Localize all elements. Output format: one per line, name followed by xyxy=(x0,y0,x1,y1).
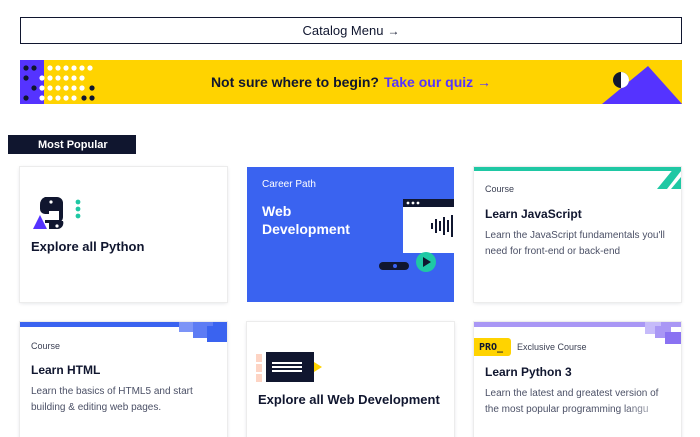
card-title: Learn HTML xyxy=(31,363,101,377)
learn-python3-card[interactable]: PRO_ Exclusive Course Learn Python 3 Lea… xyxy=(474,322,681,437)
pro-badge: PRO_ xyxy=(474,338,511,356)
explore-web-dev-card[interactable]: Explore all Web Development xyxy=(247,322,454,437)
career-path-web-dev-card[interactable]: Career Path Web Development xyxy=(247,167,454,302)
card-title: Learn Python 3 xyxy=(485,365,572,379)
card-desc-line1: Learn the JavaScript fundamentals you'll xyxy=(485,230,665,241)
triangle-illustration-icon xyxy=(602,66,682,104)
learn-javascript-card[interactable]: Course Learn JavaScript Learn the JavaSc… xyxy=(474,167,681,302)
card-kind: Course xyxy=(485,184,515,194)
card-title: Explore all Web Development xyxy=(258,392,440,407)
explore-python-card[interactable]: Explore all Python xyxy=(20,167,227,302)
code-window-icon xyxy=(256,352,322,382)
card-desc-line2: building & editing web pages. xyxy=(31,402,162,413)
card-desc-line1: Learn the latest and greatest version of xyxy=(485,388,659,399)
card-desc-line1: Learn the basics of HTML5 and start xyxy=(31,386,193,397)
card-title-line2: Development xyxy=(262,221,350,237)
learn-html-card[interactable]: Course Learn HTML Learn the basics of HT… xyxy=(20,322,227,437)
video-player-icon xyxy=(379,199,454,272)
python-icon xyxy=(33,197,81,230)
arrow-right-icon: → xyxy=(477,74,492,90)
arrow-right-icon: → xyxy=(387,23,400,38)
quiz-prompt: Not sure where to begin? xyxy=(210,74,379,90)
card-kind: Exclusive Course xyxy=(517,342,587,352)
accent-shape-icon xyxy=(645,322,681,344)
catalog-menu-button[interactable]: Catalog Menu → xyxy=(20,17,682,44)
card-title: Learn JavaScript xyxy=(485,207,582,221)
take-quiz-link[interactable]: Take our quiz → xyxy=(384,74,491,90)
card-kind: Course xyxy=(31,341,61,351)
card-desc-line2: need for front-end or back-end xyxy=(485,246,621,257)
catalog-menu-label: Catalog Menu xyxy=(302,23,384,38)
accent-shape-icon xyxy=(179,322,227,342)
accent-shape-icon xyxy=(657,167,681,189)
card-kind: Career Path xyxy=(262,179,316,190)
most-popular-heading: Most Popular xyxy=(8,135,136,154)
quiz-banner[interactable]: Not sure where to begin? Take our quiz → xyxy=(20,60,682,104)
card-title: Explore all Python xyxy=(31,239,145,254)
